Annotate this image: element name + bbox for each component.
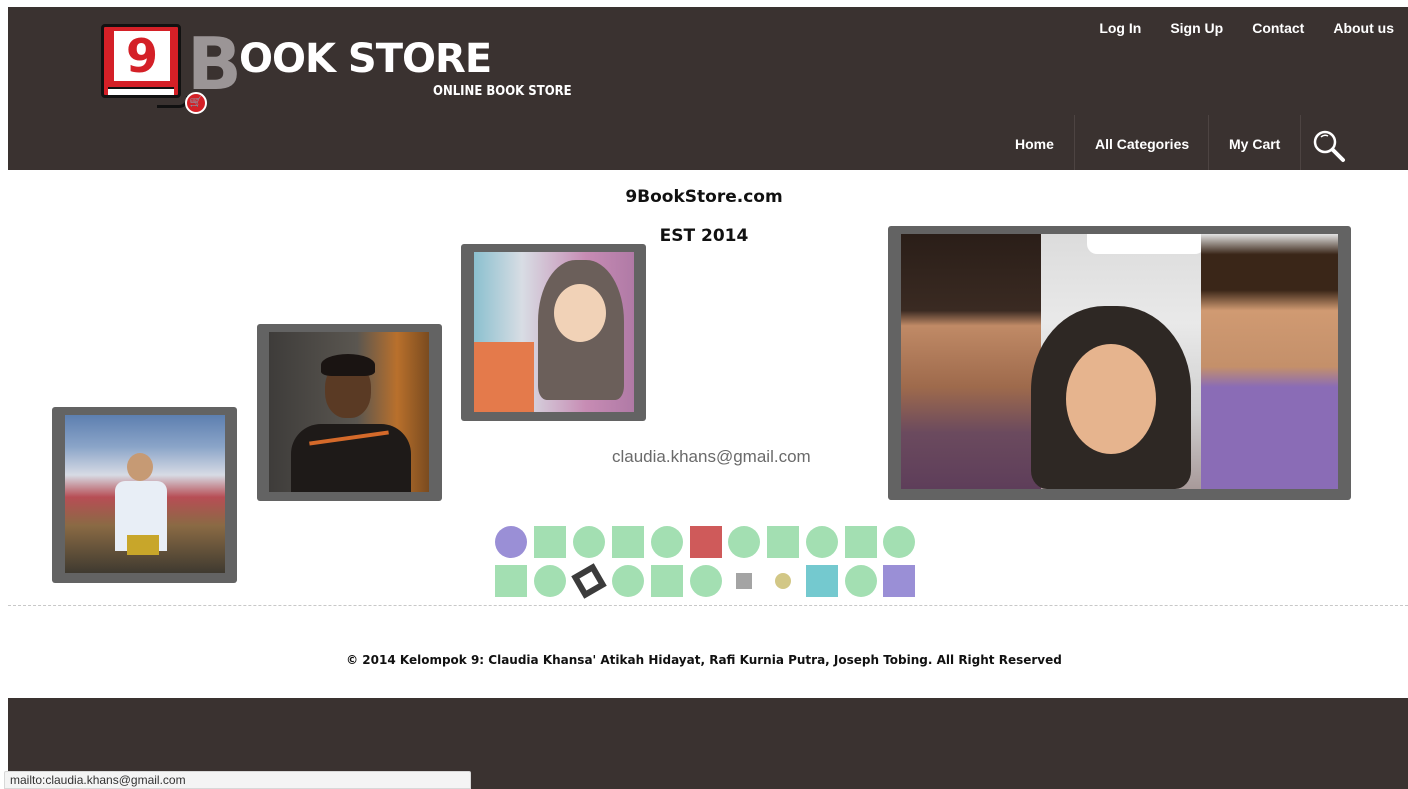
photo-image	[474, 252, 634, 412]
team-photo-1[interactable]	[52, 407, 237, 583]
square-icon[interactable]	[651, 565, 683, 597]
nav-divider	[1208, 115, 1209, 170]
square-icon[interactable]	[883, 565, 915, 597]
circle-icon[interactable]	[845, 565, 877, 597]
page-left-margin	[0, 0, 8, 789]
logo-tagline: ONLINE BOOK STORE	[433, 84, 572, 99]
circle-icon[interactable]	[728, 526, 760, 558]
square-icon[interactable]	[806, 565, 838, 597]
small-square-icon[interactable]	[736, 573, 752, 589]
photo-image	[269, 332, 429, 492]
square-icon[interactable]	[767, 526, 799, 558]
team-photo-2[interactable]	[257, 324, 442, 501]
contact-email-link[interactable]: claudia.khans@gmail.com	[612, 447, 811, 467]
content-divider	[8, 605, 1408, 606]
square-icon[interactable]	[534, 526, 566, 558]
search-icon[interactable]	[1312, 129, 1346, 163]
group-photo[interactable]	[888, 226, 1351, 500]
about-link[interactable]: About us	[1333, 20, 1394, 36]
circle-icon[interactable]	[651, 526, 683, 558]
small-circle-icon[interactable]	[775, 573, 791, 589]
square-icon[interactable]	[612, 526, 644, 558]
circle-icon[interactable]	[573, 526, 605, 558]
nav-my-cart[interactable]: My Cart	[1229, 108, 1280, 170]
main-nav: Home All Categories My Cart	[8, 108, 1408, 170]
nav-home[interactable]: Home	[1015, 108, 1054, 170]
logo-pages	[108, 87, 174, 95]
circle-icon[interactable]	[495, 526, 527, 558]
nav-all-categories[interactable]: All Categories	[1095, 108, 1189, 170]
site-header: 9 🛒 B OOK STORE ONLINE BOOK STORE Log In…	[8, 7, 1408, 170]
circle-icon[interactable]	[883, 526, 915, 558]
circle-icon[interactable]	[534, 565, 566, 597]
contact-link[interactable]: Contact	[1252, 20, 1304, 36]
browser-status-bar: mailto:claudia.khans@gmail.com	[4, 771, 471, 789]
nav-divider	[1300, 115, 1301, 170]
logo-wordmark: OOK STORE	[239, 36, 492, 82]
nav-divider	[1074, 115, 1075, 170]
photo-image	[901, 234, 1338, 489]
circle-icon[interactable]	[690, 565, 722, 597]
logo-number: 9	[114, 31, 170, 81]
circle-icon[interactable]	[612, 565, 644, 597]
top-nav: Log In Sign Up Contact About us	[1070, 20, 1394, 36]
logo-book-icon: 9	[101, 24, 181, 98]
login-link[interactable]: Log In	[1099, 20, 1141, 36]
signup-link[interactable]: Sign Up	[1170, 20, 1223, 36]
square-icon[interactable]	[690, 526, 722, 558]
square-icon[interactable]	[495, 565, 527, 597]
logo-big-letter: B	[187, 22, 242, 106]
team-photo-3[interactable]	[461, 244, 646, 421]
site-name: 9BookStore.com	[625, 187, 783, 207]
square-icon[interactable]	[845, 526, 877, 558]
circle-icon[interactable]	[806, 526, 838, 558]
copyright-text: © 2014 Kelompok 9: Claudia Khansa' Atika…	[346, 653, 1062, 667]
diamond-icon[interactable]	[571, 563, 607, 599]
photo-image	[65, 415, 225, 573]
